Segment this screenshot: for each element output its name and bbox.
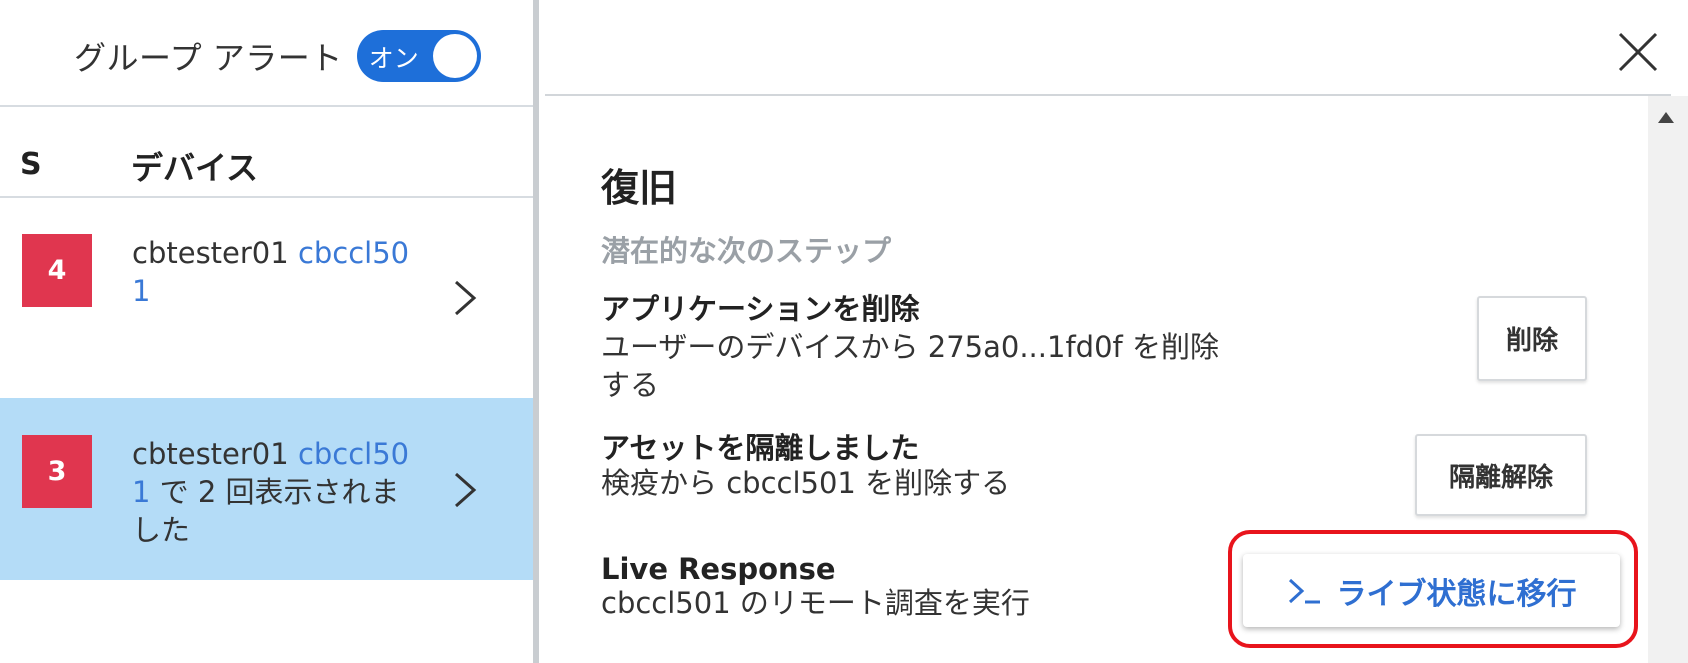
action-title-remove-app: アプリケーションを削除 <box>601 292 920 326</box>
column-header-device[interactable]: デバイス <box>131 143 258 189</box>
scrollbar[interactable] <box>1648 96 1688 663</box>
alert-row[interactable]: 4 cbtester01 cbccl50 1 <box>0 198 533 398</box>
alert-user: cbtester01 <box>132 437 289 471</box>
group-alerts-label: グループ アラート <box>74 39 343 77</box>
action-title-live-response: Live Response <box>601 552 836 586</box>
chevron-right-icon[interactable] <box>450 470 480 510</box>
remove-button[interactable]: 削除 <box>1477 296 1587 381</box>
scroll-up-arrow-icon[interactable] <box>1658 112 1674 123</box>
unisolate-button[interactable]: 隔離解除 <box>1415 434 1587 516</box>
header-divider <box>545 94 1671 96</box>
group-alerts-control: グループ アラート オン <box>74 30 481 82</box>
action-description-isolated: 検疫から cbccl501 を削除する <box>601 466 1011 500</box>
alert-row-text: cbtester01 cbccl50 1 で 2 回表示されました <box>132 435 412 549</box>
alert-occurrence-text: で 2 回表示されました <box>132 475 400 547</box>
alert-row-selected[interactable]: 3 cbtester01 cbccl50 1 で 2 回表示されました <box>0 398 533 580</box>
close-icon[interactable] <box>1616 30 1660 74</box>
section-subtitle: 潜在的な次のステップ <box>601 234 892 268</box>
action-description-remove-app: ユーザーのデバイスから 275a0...1fd0f を削除する <box>601 330 1219 402</box>
toggle-knob <box>432 34 477 78</box>
action-title-isolated: アセットを隔離しました <box>601 431 920 465</box>
highlight-outline <box>1228 530 1638 648</box>
alert-row-text: cbtester01 cbccl50 1 <box>132 234 412 310</box>
alert-user: cbtester01 <box>132 236 289 270</box>
action-description-live-response: cbccl501 のリモート調査を実行 <box>601 586 1030 620</box>
toggle-state-label: オン <box>368 44 419 73</box>
severity-badge: 4 <box>22 234 92 307</box>
chevron-right-icon[interactable] <box>450 278 480 318</box>
group-alerts-toggle[interactable]: オン <box>356 30 481 82</box>
alerts-list-panel: グループ アラート オン S デバイス 4 cbtester01 cbccl50… <box>0 0 533 663</box>
column-header-severity[interactable]: S <box>20 147 42 182</box>
section-title: 復旧 <box>601 166 678 210</box>
divider <box>0 105 533 107</box>
severity-badge: 3 <box>22 435 92 508</box>
